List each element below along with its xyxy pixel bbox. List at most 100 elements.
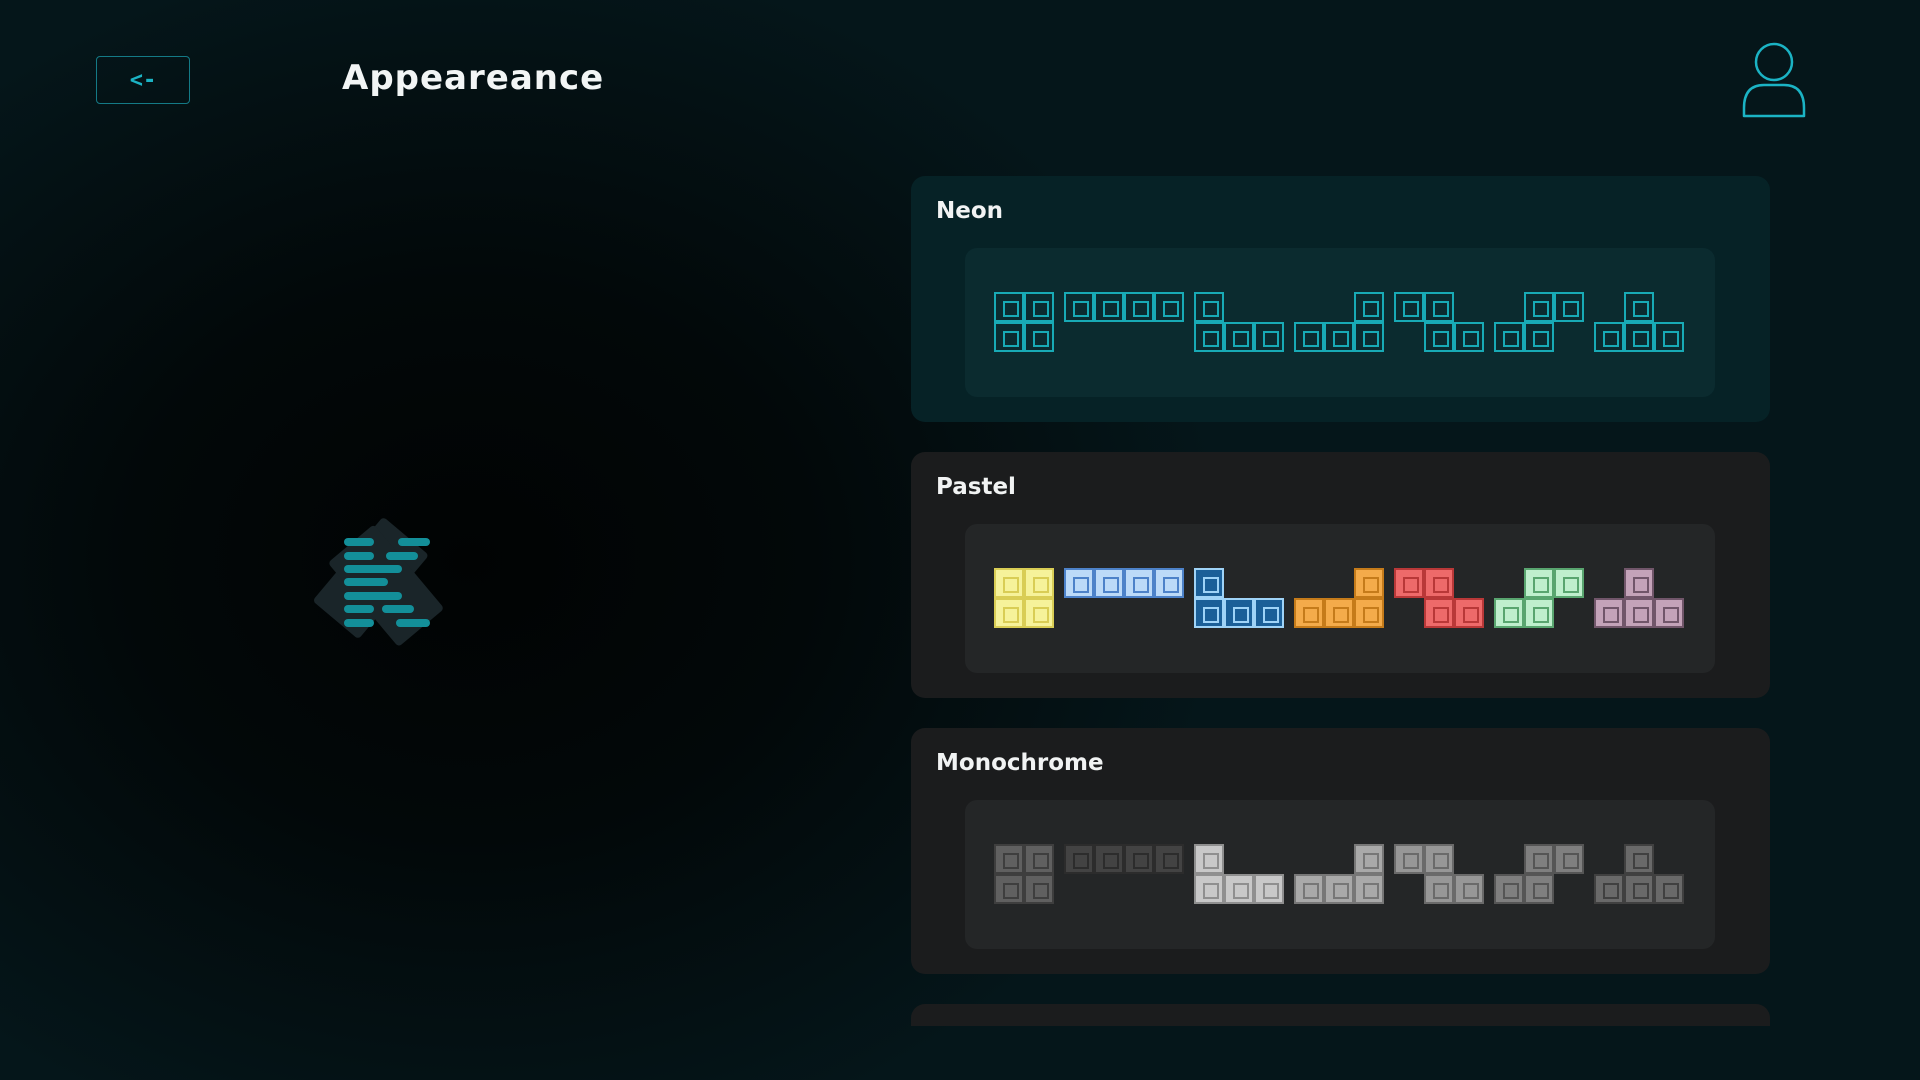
tetromino-block (1424, 874, 1454, 904)
tetromino-block (1064, 568, 1094, 598)
empty-cell (1324, 292, 1354, 322)
back-button[interactable]: <- (96, 56, 190, 104)
theme-name: Neon (936, 198, 1004, 224)
empty-cell (1324, 568, 1354, 598)
empty-cell (1494, 292, 1524, 322)
tetromino-block (1024, 568, 1054, 598)
theme-preview (965, 248, 1715, 397)
tetromino-block (1354, 844, 1384, 874)
empty-cell (1224, 292, 1254, 322)
tetromino-block (1424, 322, 1454, 352)
empty-cell (1294, 568, 1324, 598)
theme-card-partial[interactable] (911, 1004, 1770, 1026)
tetromino-piece (994, 292, 1054, 352)
tetromino-block (1524, 292, 1554, 322)
empty-cell (1294, 292, 1324, 322)
empty-cell (1394, 598, 1424, 628)
tetromino-block (994, 322, 1024, 352)
tetromino-block (1354, 598, 1384, 628)
tetromino-block (1354, 874, 1384, 904)
empty-cell (1554, 598, 1584, 628)
tetromino-block (1494, 322, 1524, 352)
theme-name: Monochrome (936, 750, 1104, 776)
tetromino-block (1324, 874, 1354, 904)
tetromino-block (1524, 322, 1554, 352)
page-title: Appeareance (342, 58, 605, 98)
tetromino-block (994, 844, 1024, 874)
theme-card-neon[interactable]: Neon (911, 176, 1770, 422)
empty-cell (1254, 844, 1284, 874)
empty-cell (1254, 568, 1284, 598)
tetromino-block (1524, 874, 1554, 904)
tetromino-piece (1494, 568, 1584, 628)
tetromino-piece (1394, 292, 1484, 352)
tetromino-block (1554, 568, 1584, 598)
tetromino-block (1394, 292, 1424, 322)
tetromino-block (1024, 874, 1054, 904)
tetromino-block (994, 568, 1024, 598)
tetromino-block (1624, 844, 1654, 874)
empty-cell (1394, 874, 1424, 904)
tetromino-piece (1594, 844, 1684, 904)
tetromino-block (1624, 874, 1654, 904)
tetromino-piece (1394, 568, 1484, 628)
tetromino-block (1624, 292, 1654, 322)
tetromino-piece (1064, 844, 1184, 874)
tetromino-block (1024, 322, 1054, 352)
tetromino-piece (1294, 292, 1384, 352)
empty-cell (1254, 292, 1284, 322)
tetromino-block (1124, 292, 1154, 322)
empty-cell (1654, 844, 1684, 874)
tetromino-block (1424, 292, 1454, 322)
tetromino-piece (1194, 292, 1284, 352)
theme-preview (965, 524, 1715, 673)
tetromino-block (1494, 874, 1524, 904)
tetromino-piece (1394, 844, 1484, 904)
tetromino-block (1624, 322, 1654, 352)
tetromino-piece (1194, 844, 1284, 904)
empty-cell (1594, 292, 1624, 322)
empty-cell (1454, 568, 1484, 598)
theme-card-pastel[interactable]: Pastel (911, 452, 1770, 698)
tetromino-block (1294, 322, 1324, 352)
tetromino-block (1194, 598, 1224, 628)
tetromino-piece (1494, 844, 1584, 904)
tetris-logo (306, 508, 466, 668)
tetromino-block (1024, 598, 1054, 628)
empty-cell (1224, 844, 1254, 874)
tetromino-block (1224, 874, 1254, 904)
tetromino-block (1424, 598, 1454, 628)
empty-cell (1224, 568, 1254, 598)
tetromino-block (1224, 322, 1254, 352)
theme-card-monochrome[interactable]: Monochrome (911, 728, 1770, 974)
empty-cell (1654, 292, 1684, 322)
tetromino-row (994, 568, 1694, 628)
empty-cell (1554, 322, 1584, 352)
themes-list[interactable]: Neon Pastel Monochrome (911, 176, 1770, 1026)
user-icon[interactable] (1738, 40, 1810, 120)
tetromino-block (1064, 292, 1094, 322)
tetromino-block (1094, 844, 1124, 874)
tetromino-piece (994, 568, 1054, 628)
tetromino-block (1654, 874, 1684, 904)
empty-cell (1454, 292, 1484, 322)
tetromino-block (1424, 568, 1454, 598)
tetromino-block (1154, 568, 1184, 598)
theme-name: Pastel (936, 474, 1016, 500)
tetromino-block (1594, 322, 1624, 352)
tetromino-block (1654, 322, 1684, 352)
tetromino-block (1654, 598, 1684, 628)
tetromino-piece (1064, 292, 1184, 322)
tetromino-block (1024, 292, 1054, 322)
tetromino-block (994, 874, 1024, 904)
tetromino-block (1224, 598, 1254, 628)
tetromino-block (1124, 568, 1154, 598)
empty-cell (1294, 844, 1324, 874)
tetromino-block (1524, 568, 1554, 598)
tetromino-row (994, 844, 1694, 904)
tetromino-block (1024, 844, 1054, 874)
tetromino-block (1554, 844, 1584, 874)
tetromino-block (1294, 598, 1324, 628)
tetromino-block (1324, 598, 1354, 628)
empty-cell (1654, 568, 1684, 598)
